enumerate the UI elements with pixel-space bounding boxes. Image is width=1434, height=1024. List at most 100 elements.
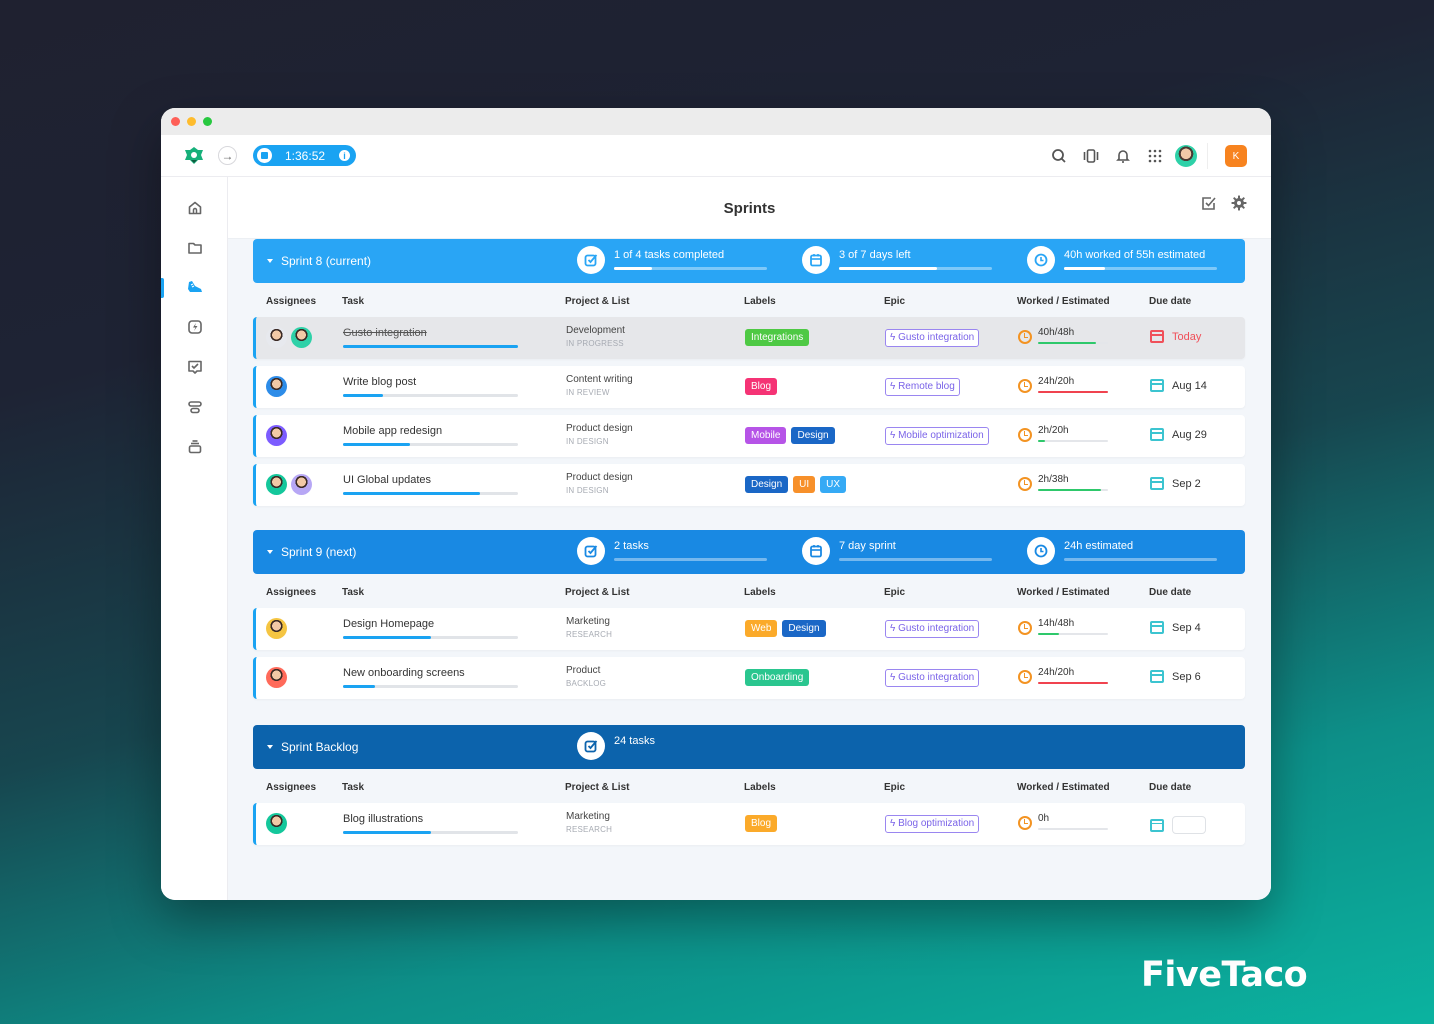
worked-estimated[interactable]: 2h/38h <box>1018 474 1108 496</box>
worked-estimated[interactable]: 24h/20h <box>1018 376 1108 398</box>
table-row[interactable]: UI Global updates Product design IN DESIGN… <box>253 464 1245 506</box>
epic-badge[interactable]: ϟ Remote blog <box>885 378 960 396</box>
column-header-task[interactable]: Task <box>342 296 364 307</box>
search-button[interactable] <box>1043 140 1075 172</box>
table-row[interactable]: Blog illustrations Marketing RESEARCH Blog ϟ… <box>253 803 1245 845</box>
assignee-avatar[interactable] <box>291 327 312 348</box>
app-logo-icon[interactable] <box>183 145 205 167</box>
due-date[interactable]: Sep 4 <box>1150 621 1201 634</box>
assignee-avatar[interactable] <box>266 327 287 348</box>
sidebar-item-projects[interactable] <box>161 233 228 263</box>
due-date[interactable]: Aug 14 <box>1150 379 1207 392</box>
sidebar-item-automations[interactable] <box>161 312 228 342</box>
expand-sidebar-button[interactable]: → <box>218 146 237 165</box>
table-row[interactable]: New onboarding screens Product BACKLOG Onbo… <box>253 657 1245 699</box>
task-name[interactable]: UI Global updates <box>343 474 431 486</box>
table-row[interactable]: Design Homepage Marketing RESEARCH Web Desig… <box>253 608 1245 650</box>
project-list[interactable]: Product BACKLOG <box>566 665 606 688</box>
assignee-avatar[interactable] <box>266 667 287 688</box>
task-name[interactable]: Design Homepage <box>343 618 434 630</box>
column-header-assignees[interactable]: Assignees <box>266 296 316 307</box>
column-header-epic[interactable]: Epic <box>884 587 905 598</box>
info-icon[interactable]: i <box>339 150 351 161</box>
column-header-assignees[interactable]: Assignees <box>266 782 316 793</box>
column-header-epic[interactable]: Epic <box>884 782 905 793</box>
sidebar-item-home[interactable] <box>161 193 228 223</box>
column-header-due[interactable]: Due date <box>1149 587 1191 598</box>
due-date[interactable]: Today <box>1150 330 1201 343</box>
due-date[interactable] <box>1150 816 1206 834</box>
column-header-labels[interactable]: Labels <box>744 587 776 598</box>
task-name[interactable]: Gusto integration <box>343 327 427 339</box>
assignee-avatar[interactable] <box>266 376 287 397</box>
due-date[interactable]: Sep 2 <box>1150 477 1201 490</box>
checklist-icon[interactable] <box>1201 195 1217 211</box>
carousel-button[interactable] <box>1075 140 1107 172</box>
notifications-button[interactable] <box>1107 140 1139 172</box>
task-name[interactable]: New onboarding screens <box>343 667 465 679</box>
assignee-avatar[interactable] <box>291 474 312 495</box>
label-tag[interactable]: Blog <box>745 378 778 395</box>
sprint-header[interactable]: Sprint 8 (current) 1 of 4 tasks completed… <box>253 239 1245 283</box>
project-list[interactable]: Product design IN DESIGN <box>566 423 633 446</box>
table-row[interactable]: Gusto integration Development IN PROGRESS I… <box>253 317 1245 359</box>
label-tag[interactable]: UX <box>820 476 847 493</box>
apps-button[interactable] <box>1139 140 1171 172</box>
column-header-due[interactable]: Due date <box>1149 296 1191 307</box>
worked-estimated[interactable]: 2h/20h <box>1018 425 1108 447</box>
sprint-toggle[interactable]: Sprint 8 (current) <box>267 254 371 268</box>
epic-badge[interactable]: ϟ Gusto integration <box>885 669 980 687</box>
label-tag[interactable]: UI <box>793 476 816 493</box>
column-header-worked[interactable]: Worked / Estimated <box>1017 587 1110 598</box>
gear-icon[interactable] <box>1231 195 1247 211</box>
minimize-window-button[interactable] <box>187 117 196 126</box>
time-tracker[interactable]: 1:36:52 i <box>253 145 356 166</box>
project-list[interactable]: Marketing RESEARCH <box>566 811 612 834</box>
sidebar-item-archive[interactable] <box>161 432 228 462</box>
due-date[interactable]: Sep 6 <box>1150 670 1201 683</box>
epic-badge[interactable]: ϟ Gusto integration <box>885 620 980 638</box>
epic-badge[interactable]: ϟ Mobile optimization <box>885 427 989 445</box>
column-header-labels[interactable]: Labels <box>744 782 776 793</box>
project-list[interactable]: Development IN PROGRESS <box>566 325 625 348</box>
stop-timer-button[interactable] <box>257 148 272 163</box>
column-header-task[interactable]: Task <box>342 587 364 598</box>
column-header-project[interactable]: Project & List <box>565 782 629 793</box>
project-list[interactable]: Product design IN DESIGN <box>566 472 633 495</box>
worked-estimated[interactable]: 0h <box>1018 813 1108 835</box>
task-name[interactable]: Blog illustrations <box>343 813 423 825</box>
worked-estimated[interactable]: 40h/48h <box>1018 327 1108 349</box>
label-tag[interactable]: Onboarding <box>745 669 810 686</box>
table-row[interactable]: Mobile app redesign Product design IN DESI… <box>253 415 1245 457</box>
label-tag[interactable]: Design <box>782 620 826 637</box>
column-header-worked[interactable]: Worked / Estimated <box>1017 782 1110 793</box>
column-header-project[interactable]: Project & List <box>565 296 629 307</box>
close-window-button[interactable] <box>171 117 180 126</box>
column-header-worked[interactable]: Worked / Estimated <box>1017 296 1110 307</box>
user-avatar[interactable] <box>1175 145 1197 167</box>
project-list[interactable]: Content writing IN REVIEW <box>566 374 633 397</box>
sidebar-item-timeline[interactable] <box>161 392 228 422</box>
label-tag[interactable]: Web <box>745 620 778 637</box>
column-header-assignees[interactable]: Assignees <box>266 587 316 598</box>
sprint-toggle[interactable]: Sprint 9 (next) <box>267 545 356 559</box>
assignee-avatar[interactable] <box>266 618 287 639</box>
column-header-due[interactable]: Due date <box>1149 782 1191 793</box>
sidebar-item-sprints[interactable] <box>161 272 228 302</box>
workspace-button[interactable]: K <box>1225 145 1247 167</box>
worked-estimated[interactable]: 14h/48h <box>1018 618 1108 640</box>
sidebar-item-approvals[interactable] <box>161 352 228 382</box>
label-tag[interactable]: Design <box>745 476 789 493</box>
assignee-avatar[interactable] <box>266 813 287 834</box>
task-name[interactable]: Mobile app redesign <box>343 425 442 437</box>
column-header-task[interactable]: Task <box>342 782 364 793</box>
worked-estimated[interactable]: 24h/20h <box>1018 667 1108 689</box>
column-header-labels[interactable]: Labels <box>744 296 776 307</box>
project-list[interactable]: Marketing RESEARCH <box>566 616 612 639</box>
table-row[interactable]: Write blog post Content writing IN REVIEW B… <box>253 366 1245 408</box>
label-tag[interactable]: Integrations <box>745 329 810 346</box>
assignee-avatar[interactable] <box>266 474 287 495</box>
sprint-header[interactable]: Sprint 9 (next) 2 tasks 7 day sprint 24h es… <box>253 530 1245 574</box>
column-header-project[interactable]: Project & List <box>565 587 629 598</box>
label-tag[interactable]: Design <box>791 427 835 444</box>
